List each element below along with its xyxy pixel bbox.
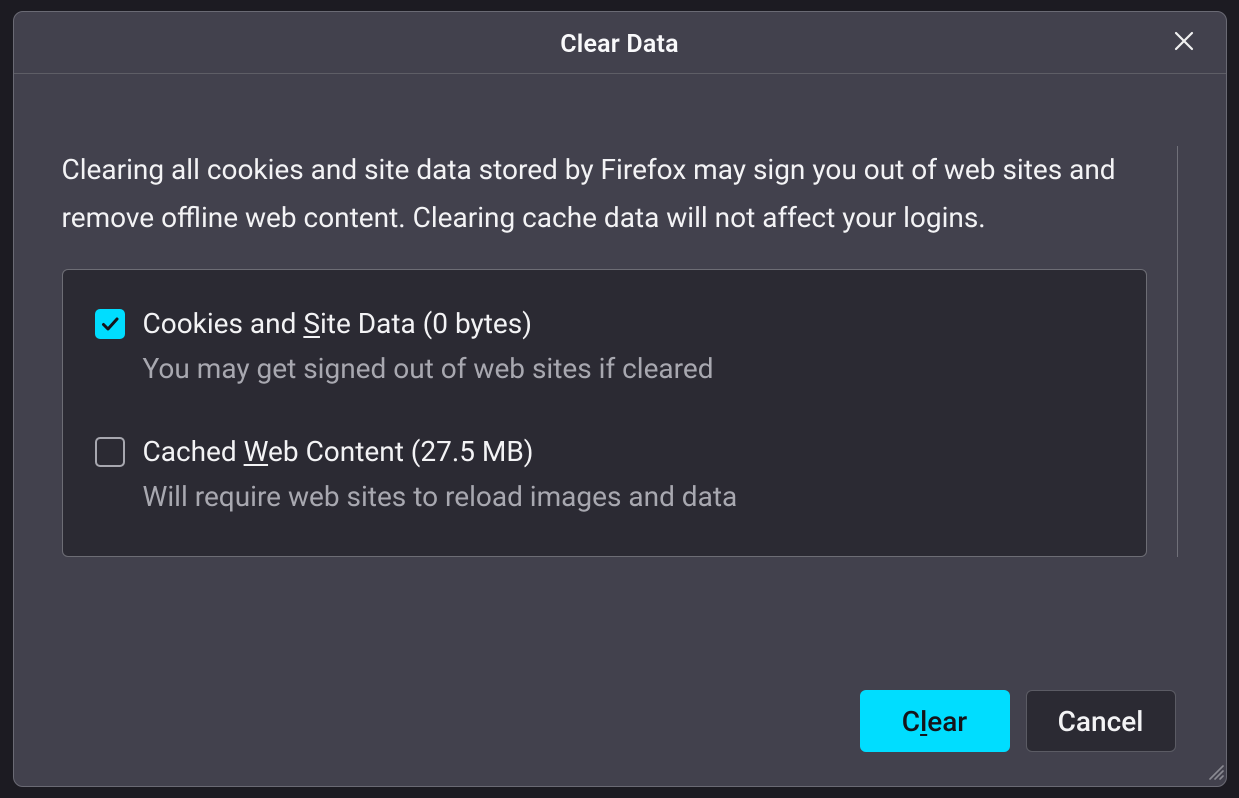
cookies-checkbox[interactable] — [95, 309, 125, 339]
option-cookies-sitedata: Cookies and Site Data (0 bytes) You may … — [95, 306, 1114, 386]
clear-data-dialog: Clear Data Clearing all cookies and site… — [13, 11, 1227, 787]
option-cached-web-content: Cached Web Content (27.5 MB) Will requir… — [95, 434, 1114, 514]
cookies-label[interactable]: Cookies and Site Data (0 bytes) — [143, 306, 714, 341]
dialog-button-row: Clear Cancel — [62, 670, 1178, 774]
checkmark-icon — [100, 314, 120, 334]
cache-label[interactable]: Cached Web Content (27.5 MB) — [143, 434, 738, 469]
cache-sublabel: Will require web sites to reload images … — [143, 479, 738, 514]
dialog-title: Clear Data — [560, 30, 678, 59]
close-button[interactable] — [1164, 23, 1204, 63]
cancel-button[interactable]: Cancel — [1026, 690, 1176, 752]
dialog-titlebar: Clear Data — [14, 12, 1226, 74]
cache-checkbox[interactable] — [95, 437, 125, 467]
option-text-block: Cached Web Content (27.5 MB) Will requir… — [143, 434, 738, 514]
cookies-sublabel: You may get signed out of web sites if c… — [143, 351, 714, 386]
resize-grip-icon[interactable] — [1206, 762, 1224, 784]
dialog-description: Clearing all cookies and site data store… — [62, 146, 1147, 241]
clear-button[interactable]: Clear — [860, 690, 1010, 752]
close-icon — [1173, 30, 1195, 56]
dialog-content: Clearing all cookies and site data store… — [14, 74, 1226, 786]
scrollable-content: Clearing all cookies and site data store… — [62, 146, 1178, 557]
option-text-block: Cookies and Site Data (0 bytes) You may … — [143, 306, 714, 386]
options-group: Cookies and Site Data (0 bytes) You may … — [62, 269, 1147, 557]
